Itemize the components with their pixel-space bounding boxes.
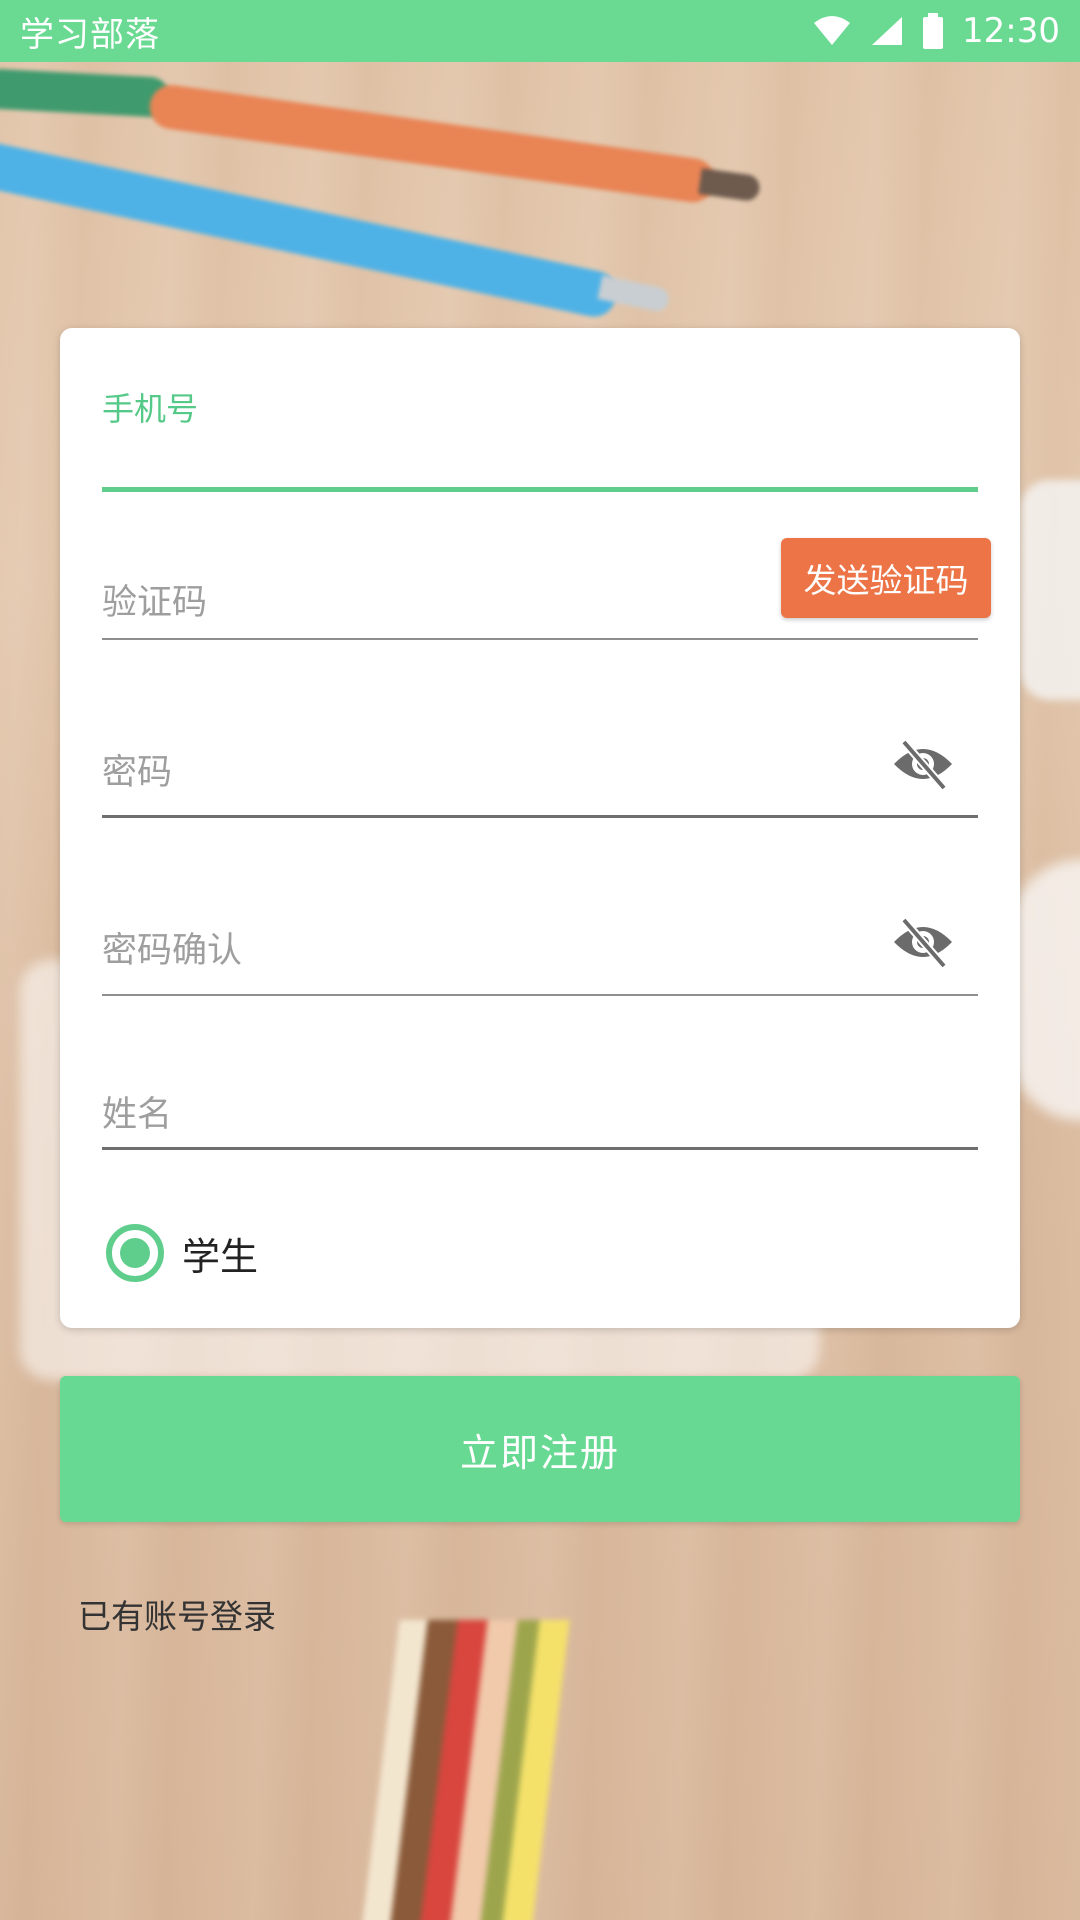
name-field[interactable]: 姓名 xyxy=(102,1056,978,1150)
role-radio-student[interactable]: 学生 xyxy=(106,1216,258,1290)
password-field[interactable]: 密码 xyxy=(102,708,978,818)
phone-field-underline xyxy=(102,487,978,492)
background-object xyxy=(1020,480,1080,700)
radio-button-selected[interactable] xyxy=(106,1224,164,1282)
password-confirm-field[interactable]: 密码确认 xyxy=(102,886,978,996)
role-radio-label: 学生 xyxy=(182,1234,259,1279)
password-underline xyxy=(102,815,978,818)
verification-code-placeholder: 验证码 xyxy=(102,583,208,623)
verification-code-underline xyxy=(102,638,978,640)
phone-field[interactable]: 手机号 xyxy=(102,358,978,492)
register-button[interactable]: 立即注册 xyxy=(60,1376,1020,1522)
signal-icon xyxy=(870,15,904,47)
background-pencil-orange-tip xyxy=(698,168,762,203)
verification-code-field[interactable]: 验证码 发送验证码 xyxy=(102,538,991,640)
status-bar: 学习部落 12:30 xyxy=(0,0,1080,62)
login-link[interactable]: 已有账号登录 xyxy=(78,1590,276,1638)
background-object xyxy=(1010,860,1080,1120)
name-underline xyxy=(102,1147,978,1150)
status-time: 12:30 xyxy=(962,11,1060,51)
eye-off-icon[interactable] xyxy=(890,916,956,968)
password-confirm-underline xyxy=(102,994,978,996)
send-code-button[interactable]: 发送验证码 xyxy=(781,538,991,618)
password-placeholder: 密码 xyxy=(102,753,173,793)
password-confirm-placeholder: 密码确认 xyxy=(102,931,243,971)
wifi-icon xyxy=(812,15,852,47)
app-title: 学习部落 xyxy=(20,14,160,55)
phone-field-label: 手机号 xyxy=(102,390,199,428)
background-crayons xyxy=(340,1620,660,1920)
register-form-card: 手机号 验证码 发送验证码 密码 密码确认 姓名 学生 xyxy=(60,328,1020,1328)
eye-off-icon[interactable] xyxy=(890,738,956,790)
battery-icon xyxy=(922,13,944,49)
name-placeholder: 姓名 xyxy=(102,1095,173,1135)
background-pencil-green xyxy=(0,68,171,118)
radio-dot xyxy=(120,1238,150,1268)
background-pencil-orange xyxy=(146,82,718,206)
status-icons: 12:30 xyxy=(812,11,1060,51)
